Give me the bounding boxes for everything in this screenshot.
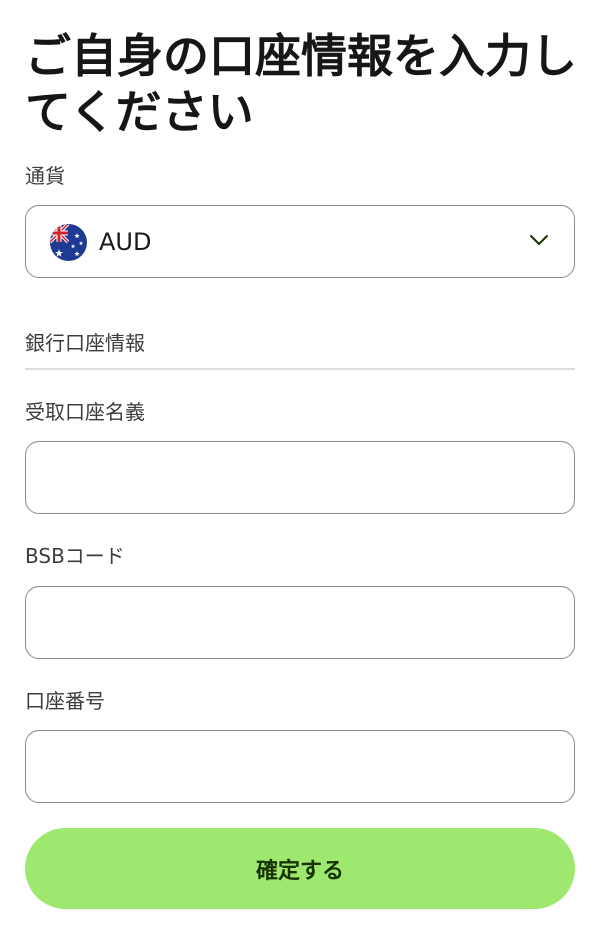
account-number-label: 口座番号 [25,689,105,713]
australia-flag-icon [50,224,87,261]
account-holder-field-wrapper [25,441,575,514]
bank-section-heading: 銀行口座情報 [25,331,145,355]
bsb-code-field-wrapper [25,586,575,659]
account-number-field-wrapper [25,730,575,803]
currency-label: 通貨 [25,164,65,188]
confirm-button[interactable]: 確定する [25,828,575,909]
account-holder-input[interactable] [26,442,574,513]
bank-details-form-page: ご自身の口座情報を入力してください 通貨 AUD 銀行口座情報 受取口座名義 B… [0,0,600,940]
account-number-input[interactable] [26,731,574,802]
account-holder-label: 受取口座名義 [25,400,145,424]
chevron-down-icon [528,232,550,248]
section-divider [25,368,575,370]
selected-currency-code: AUD [99,228,152,256]
bsb-code-input[interactable] [26,587,574,658]
currency-select[interactable]: AUD [25,205,575,278]
bsb-code-label: BSBコード [25,544,125,568]
page-title: ご自身の口座情報を入力してください [25,29,577,139]
